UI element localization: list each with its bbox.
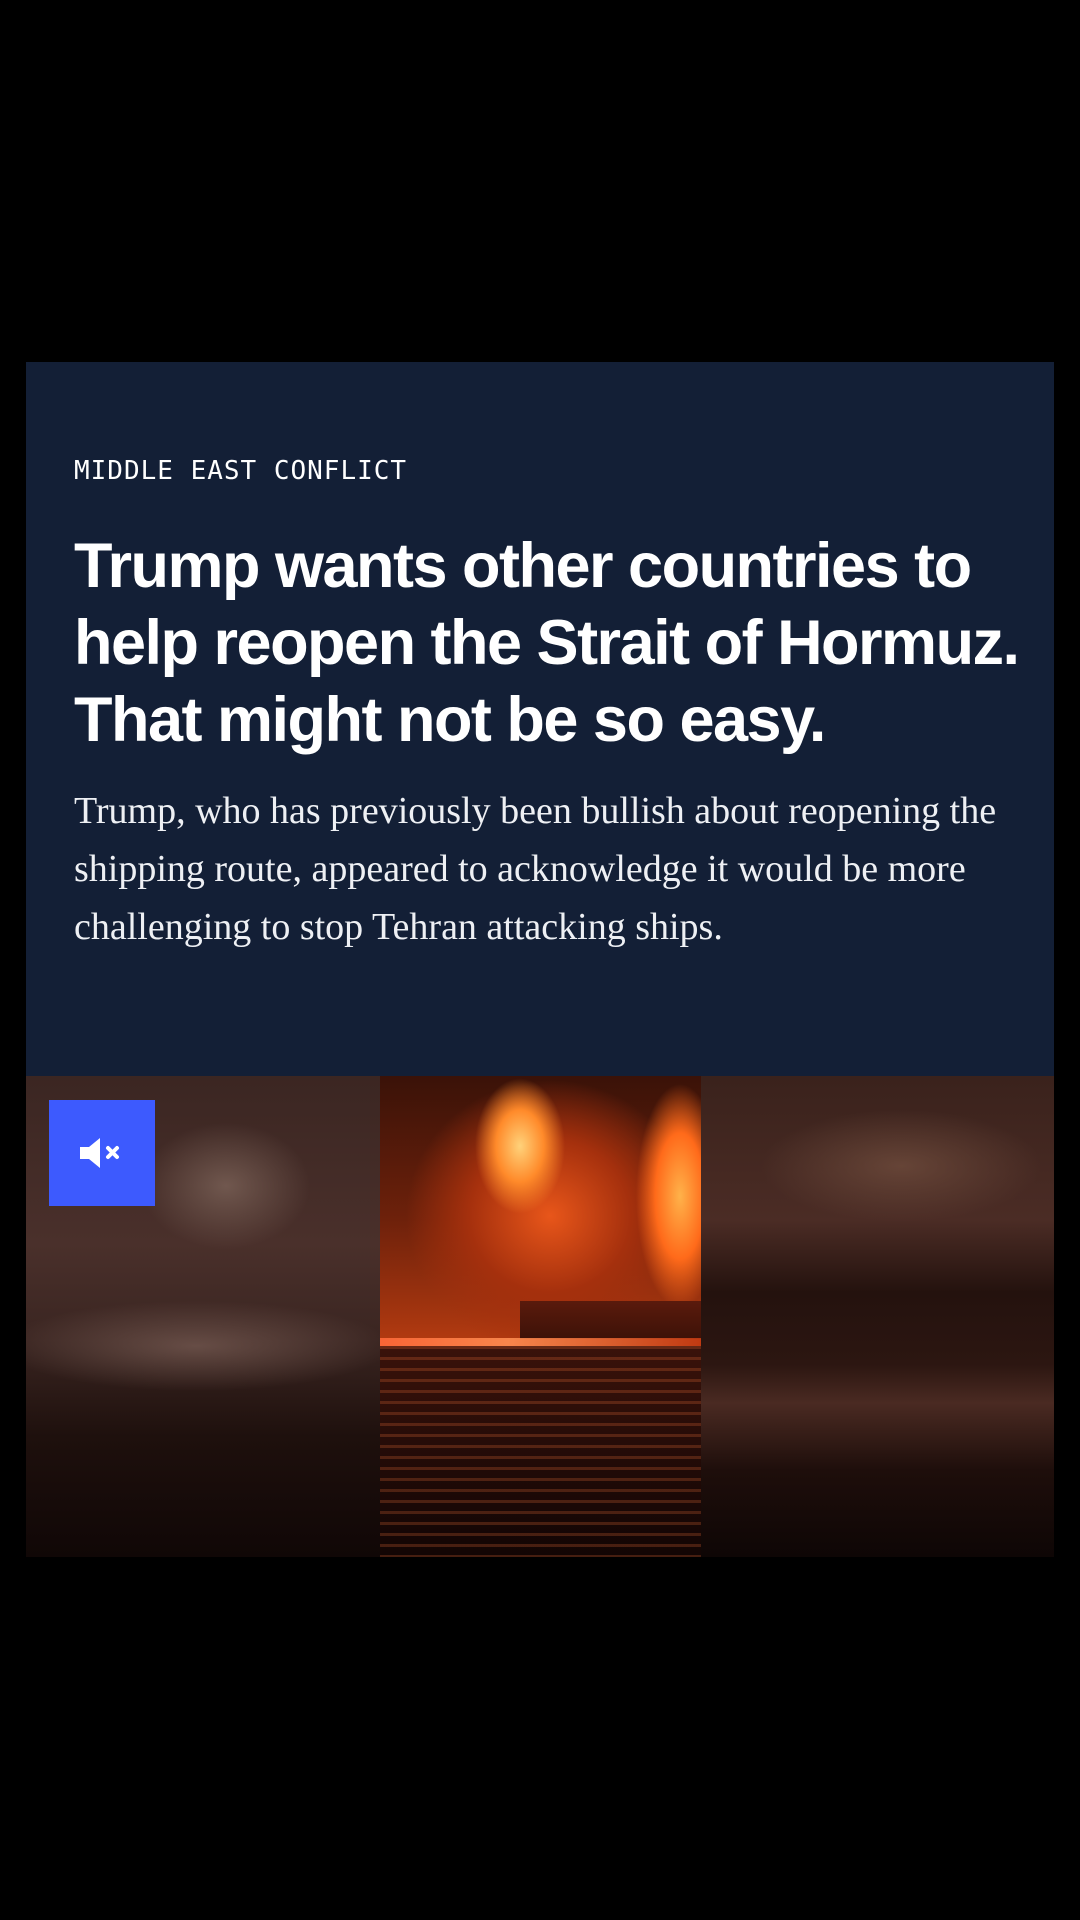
video-frame-burning-ship [380, 1076, 701, 1557]
video-player[interactable] [26, 1076, 1054, 1557]
article-dek: Trump, who has previously been bullish a… [74, 790, 997, 948]
section-kicker: MIDDLE EAST CONFLICT [74, 456, 408, 486]
ship-hull [520, 1301, 701, 1339]
headline: Trump wants other countries to help reop… [74, 531, 1020, 755]
fire-waterline [380, 1338, 701, 1346]
unmute-button[interactable] [49, 1100, 155, 1206]
water-reflection [380, 1346, 701, 1557]
article-card[interactable]: MIDDLE EAST CONFLICT Trump wants other c… [26, 362, 1054, 1076]
video-blurred-backdrop-right [701, 1076, 1054, 1557]
speaker-muted-icon [78, 1135, 126, 1171]
story-page: MIDDLE EAST CONFLICT Trump wants other c… [0, 0, 1080, 1920]
